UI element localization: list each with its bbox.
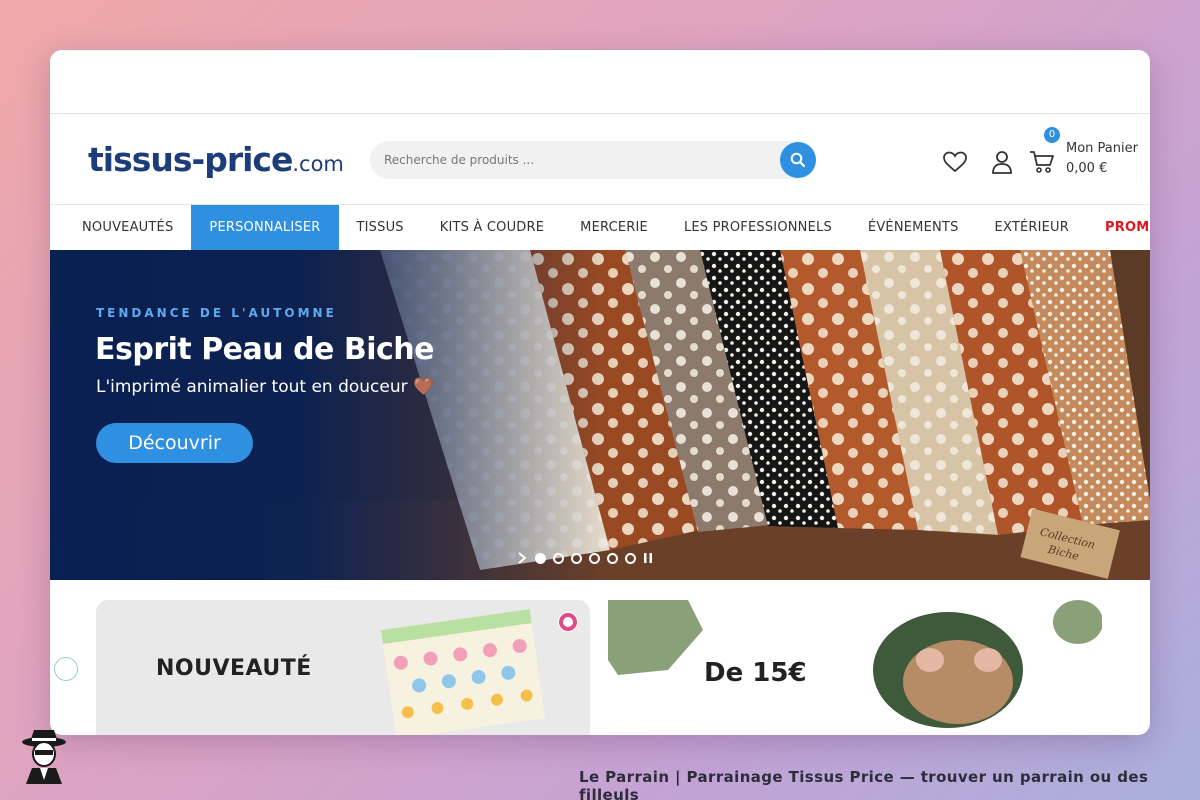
discover-button[interactable]: Découvrir — [96, 423, 253, 463]
site-header: tissus-price.com Recherche de produits .… — [50, 114, 1150, 204]
main-nav: NOUVEAUTÉS PERSONNALISER TISSUS KITS À C… — [50, 204, 1150, 250]
carousel-dot-6[interactable] — [625, 552, 636, 564]
site-logo[interactable]: tissus-price.com — [88, 140, 344, 179]
search-icon — [790, 152, 806, 168]
wishlist-button[interactable] — [941, 148, 969, 176]
nav-item-personnaliser[interactable]: PERSONNALISER — [191, 205, 339, 250]
carousel-dot-4[interactable] — [589, 552, 600, 564]
browser-window: tissus-price.com Recherche de produits .… — [50, 50, 1150, 735]
cart-total: 0,00 € — [1066, 161, 1108, 176]
browser-topbar — [50, 50, 1150, 114]
promo-card-nouveaute[interactable]: NOUVEAUTÉ — [96, 600, 590, 735]
carousel-dot-1[interactable] — [535, 552, 546, 564]
heart-icon — [943, 151, 967, 173]
hero-subtitle: L'imprimé animalier tout en douceur 🤎 — [96, 377, 435, 397]
carousel-dot-2[interactable] — [553, 552, 564, 564]
cart-button[interactable] — [1028, 148, 1056, 176]
search-input[interactable] — [370, 141, 770, 179]
hero-title: Esprit Peau de Biche — [95, 332, 434, 367]
hero-eyebrow: TENDANCE DE L'AUTOMNE — [96, 306, 337, 320]
hero-banner[interactable]: Collection Biche TENDANCE DE L'AUTOMNE E… — [50, 250, 1150, 580]
card1-heading: NOUVEAUTÉ — [156, 656, 312, 681]
carousel-controls — [516, 552, 653, 564]
search-bar — [370, 141, 816, 179]
cart-summary[interactable]: Mon Panier 0,00 € — [1066, 139, 1138, 179]
nav-item-les-professionnels[interactable]: LES PROFESSIONNELS — [666, 205, 850, 250]
side-widget-badge[interactable] — [54, 657, 78, 681]
carousel-next-icon[interactable] — [516, 552, 528, 564]
nav-item-mercerie[interactable]: MERCERIE — [562, 205, 666, 250]
nav-item-exterieur[interactable]: EXTÉRIEUR — [977, 205, 1087, 250]
cart-label: Mon Panier — [1066, 141, 1138, 156]
account-button[interactable] — [988, 148, 1016, 176]
nav-item-tissus[interactable]: TISSUS — [339, 205, 422, 250]
hero-gradient-overlay — [50, 250, 610, 580]
promo-card-price[interactable]: De 15€ — [608, 600, 1102, 735]
carousel-pause-icon[interactable] — [643, 552, 653, 564]
logo-main: tissus-price — [88, 140, 293, 179]
carousel-dot-3[interactable] — [571, 552, 582, 564]
nav-item-kits-a-coudre[interactable]: KITS À COUDRE — [422, 205, 562, 250]
user-icon — [992, 151, 1012, 174]
cart-icon — [1030, 151, 1054, 173]
card2-image — [608, 600, 1102, 728]
nav-item-nouveautes[interactable]: NOUVEAUTÉS — [64, 205, 191, 250]
carousel-dot-5[interactable] — [607, 552, 618, 564]
search-button[interactable] — [780, 142, 816, 178]
card2-heading: De 15€ — [704, 658, 807, 688]
nav-item-evenements[interactable]: ÉVÉNEMENTS — [850, 205, 977, 250]
nav-item-promos[interactable]: PROMOS — [1087, 205, 1150, 250]
cart-count-badge: 0 — [1044, 127, 1060, 143]
footer-credit: Le Parrain | Parrainage Tissus Price — t… — [579, 768, 1149, 800]
parrain-mascot-icon — [22, 730, 66, 784]
logo-tld: .com — [292, 152, 344, 176]
